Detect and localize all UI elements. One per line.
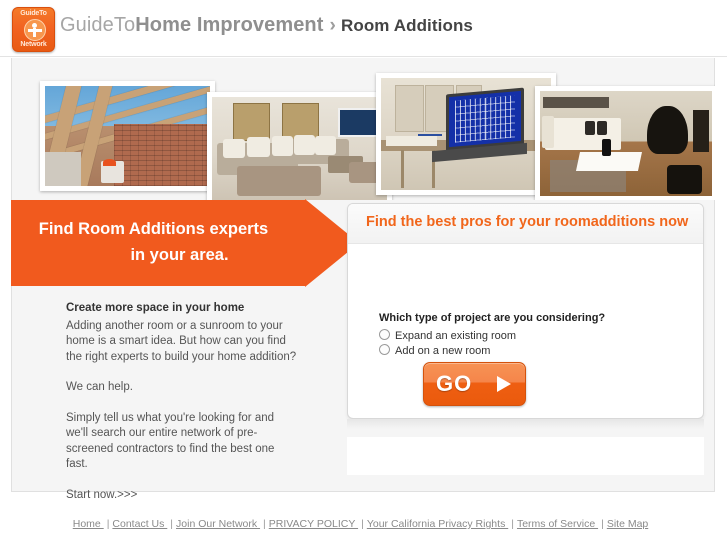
lead-form-panel: Find the best pros for your roomaddition…: [347, 203, 704, 419]
footer-link-your-california-privacy-rights[interactable]: Your California Privacy Rights: [367, 518, 508, 530]
site-footer: Home | Contact Us | Join Our Network | PRIV…: [0, 518, 727, 545]
page-root: GuideTo Network GuideToHome Improvement ›…: [0, 0, 727, 545]
header-divider: [0, 56, 727, 57]
footer-link-join-our-network[interactable]: Join Our Network: [176, 518, 260, 530]
photo-strip: [11, 58, 715, 200]
footer-link-privacy-policy[interactable]: PRIVACY POLICY: [269, 518, 358, 530]
play-triangle-icon: [497, 376, 511, 392]
footer-separator: |: [511, 518, 514, 530]
panel-shadow-strip: [347, 419, 704, 429]
breadcrumb: GuideToHome Improvement › Room Additions: [60, 14, 473, 37]
brand-name-part2[interactable]: Home Improvement: [135, 14, 323, 36]
left-copy-paragraph-2: We can help.: [66, 381, 133, 393]
left-copy-block: Create more space in your home Adding an…: [66, 301, 298, 503]
radio-option-label: Expand an existing room: [395, 330, 517, 342]
left-copy-paragraph-3: Simply tell us what you're looking for a…: [66, 411, 275, 471]
footer-link-contact-us[interactable]: Contact Us: [112, 518, 167, 530]
footer-link-home[interactable]: Home: [73, 518, 104, 530]
footer-link-terms-of-service[interactable]: Terms of Service: [517, 518, 598, 530]
promo-banner-line1: Find Room Additions experts: [38, 220, 269, 238]
logo-bottom-text: Network: [20, 41, 47, 48]
footer-separator: |: [170, 518, 174, 530]
person-figure-icon: [23, 19, 46, 41]
photo-living-room: [207, 92, 392, 200]
brand-name-part1[interactable]: GuideTo: [60, 14, 135, 36]
footer-separator: |: [263, 518, 266, 530]
lead-form-title: Find the best pros for your roomaddition…: [366, 214, 689, 230]
footer-link-site-map[interactable]: Site Map: [607, 518, 648, 530]
photo-laptop-blueprint: [376, 73, 556, 195]
radio-option-expand-existing-room[interactable]: Expand an existing room: [379, 329, 516, 343]
logo-top-text: GuideTo: [20, 10, 47, 17]
lead-form-header: Find the best pros for your roomaddition…: [348, 204, 703, 244]
footer-separator: |: [361, 518, 364, 530]
go-submit-button[interactable]: GO: [423, 362, 526, 406]
left-copy-heading: Create more space in your home: [66, 302, 245, 314]
footer-separator: |: [601, 518, 604, 530]
lead-form-body: Which type of project are you considerin…: [348, 244, 703, 418]
site-logo[interactable]: GuideTo Network: [12, 7, 55, 52]
panel-white-block: [347, 437, 704, 475]
left-copy-paragraph-1: Adding another room or a sunroom to your…: [66, 319, 297, 363]
footer-separator: |: [106, 518, 110, 530]
radio-option-label: Add on a new room: [395, 345, 491, 357]
radio-circle-icon[interactable]: [379, 329, 390, 340]
radio-circle-icon[interactable]: [379, 344, 390, 355]
site-header: GuideTo Network GuideToHome Improvement ›…: [0, 0, 727, 57]
promo-banner-text: Find Room Additions experts in your area…: [11, 216, 296, 268]
left-copy-start-now[interactable]: Start now.>>>: [66, 488, 298, 504]
project-type-question: Which type of project are you considerin…: [379, 312, 606, 324]
breadcrumb-current: Room Additions: [340, 16, 473, 35]
promo-banner-line2: in your area.: [130, 246, 229, 264]
chevron-right-icon: ›: [329, 15, 336, 36]
photo-modern-interior: [535, 86, 715, 200]
radio-option-add-new-room[interactable]: Add on a new room: [379, 344, 490, 358]
photo-roof-framing: [40, 81, 215, 191]
logo-figure-body: [33, 28, 36, 37]
go-button-label: GO: [436, 371, 473, 396]
promo-banner: Find Room Additions experts in your area…: [11, 199, 359, 287]
